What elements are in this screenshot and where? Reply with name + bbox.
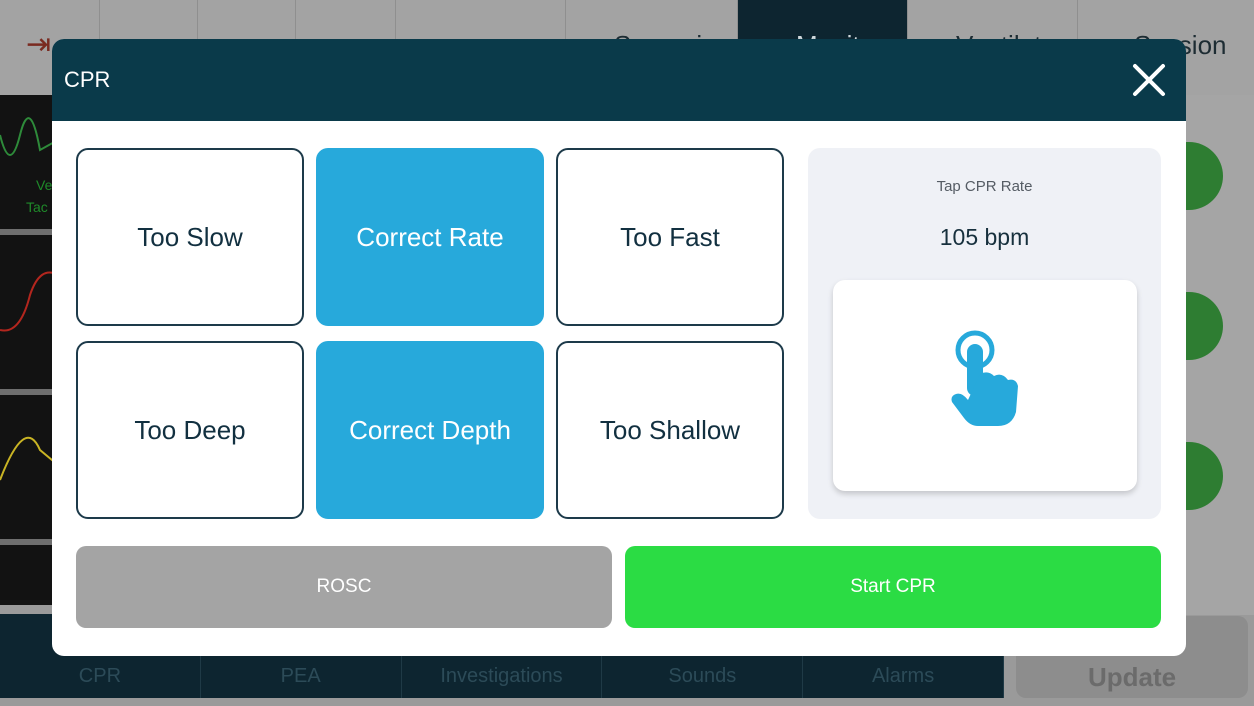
close-button[interactable] xyxy=(1130,61,1168,99)
correct-depth-button[interactable]: Correct Depth xyxy=(316,341,544,519)
too-shallow-button[interactable]: Too Shallow xyxy=(556,341,784,519)
tap-pad[interactable] xyxy=(833,280,1137,491)
wave-label-2: Tac xyxy=(26,199,48,215)
cpr-modal: CPR Too Slow Correct Rate Too Fast Too D… xyxy=(52,39,1186,656)
too-slow-button[interactable]: Too Slow xyxy=(76,148,304,326)
rate-value: 105 bpm xyxy=(939,224,1030,250)
correct-rate-button[interactable]: Correct Rate xyxy=(316,148,544,326)
modal-title: CPR xyxy=(64,67,111,92)
close-icon xyxy=(1133,64,1165,96)
rosc-button[interactable]: ROSC xyxy=(76,546,612,628)
too-deep-button[interactable]: Too Deep xyxy=(76,341,304,519)
background-monitor: Ve Tac xyxy=(0,95,58,605)
modal-header: CPR xyxy=(52,39,1186,121)
tap-hand-icon xyxy=(951,330,1018,426)
start-cpr-button[interactable]: Start CPR xyxy=(625,546,1161,628)
tap-rate-label: Tap CPR Rate xyxy=(936,178,1033,195)
pleth-wave xyxy=(0,405,58,545)
cpr-rate-panel: Tap CPR Rate 105 bpm xyxy=(808,148,1161,519)
abp-wave xyxy=(0,255,58,395)
too-fast-button[interactable]: Too Fast xyxy=(556,148,784,326)
ecg-wave: Ve Tac xyxy=(0,95,58,235)
pleth-wave-line xyxy=(0,437,58,481)
abp-wave-line xyxy=(0,271,58,332)
wave-label-1: Ve xyxy=(36,177,53,193)
